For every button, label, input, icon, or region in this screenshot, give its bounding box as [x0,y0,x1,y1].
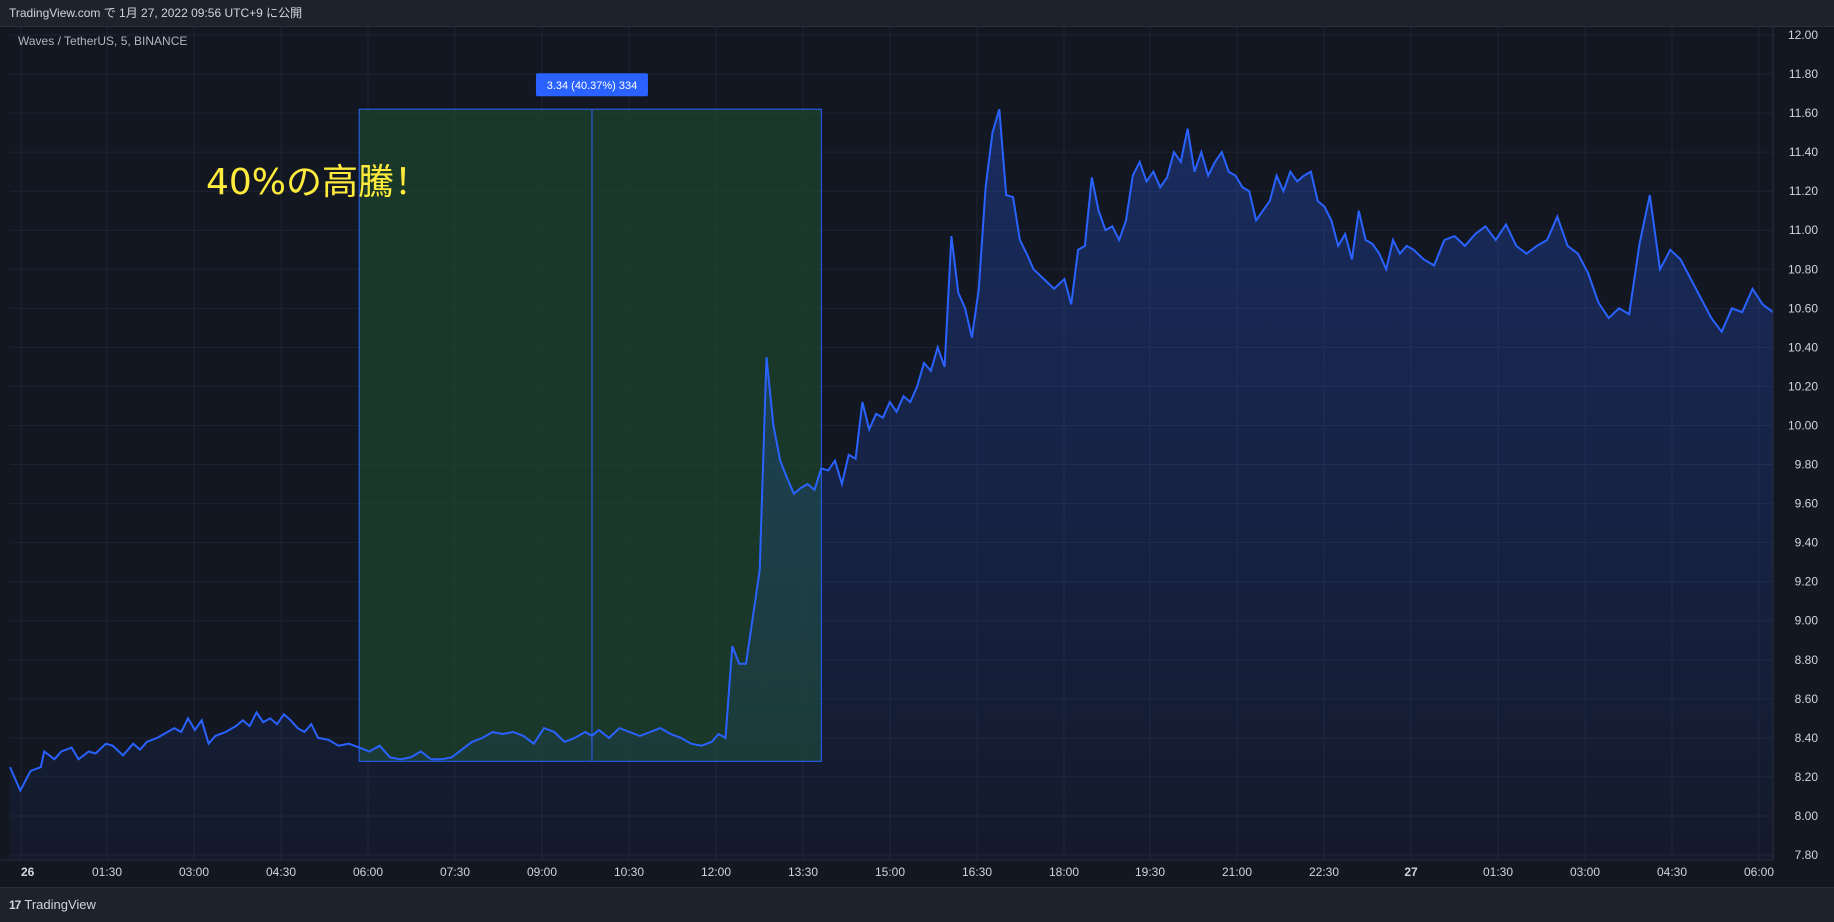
x-tick-label: 03:00 [179,865,209,879]
x-tick-label: 04:30 [1657,865,1687,879]
y-tick-label: 10.20 [1788,379,1818,393]
y-tick-label: 11.00 [1789,223,1818,237]
x-tick-label: 26 [21,865,35,879]
y-tick-label: 9.00 [1795,614,1819,628]
x-tick-label: 04:30 [266,865,296,879]
y-tick-label: 11.40 [1789,145,1818,159]
y-tick-label: 11.80 [1789,67,1818,81]
x-tick-label: 09:00 [527,865,557,879]
symbol-label: Waves / TetherUS, 5, BINANCE [18,34,187,48]
x-tick-label: 22:30 [1309,865,1339,879]
price-area-fill [10,109,1773,860]
y-tick-label: 8.40 [1795,731,1819,745]
y-tick-label: 8.00 [1795,809,1819,823]
y-tick-label: 9.40 [1795,536,1819,550]
x-tick-label: 07:30 [440,865,470,879]
x-tick-label: 06:00 [353,865,383,879]
tradingview-logo[interactable]: 17 TradingView [9,897,96,912]
y-tick-label: 10.00 [1788,418,1818,432]
x-tick-label: 10:30 [614,865,644,879]
x-tick-label: 12:00 [701,865,731,879]
y-tick-label: 11.60 [1789,106,1818,120]
y-tick-label: 10.40 [1788,340,1818,354]
y-tick-label: 7.80 [1795,848,1819,862]
measure-label-badge: 3.34 (40.37%) 334 [535,73,648,97]
y-tick-label: 8.20 [1795,770,1819,784]
y-tick-label: 8.60 [1795,692,1819,706]
x-tick-label: 03:00 [1570,865,1600,879]
x-tick-label: 06:00 [1744,865,1774,879]
x-axis[interactable]: 26 01:30 03:00 04:30 06:00 07:30 09:00 10:30 12:… [0,859,1774,879]
y-tick-label: 9.60 [1795,497,1819,511]
published-text: TradingView.com で 1月 27, 2022 09:56 UTC+… [9,6,303,20]
price-chart[interactable]: 3.34 (40.37%) 334 Waves / TetherUS, 5, B… [0,27,1834,887]
x-tick-label: 01:30 [1483,865,1513,879]
tradingview-logo-icon: 17 [9,897,21,912]
x-tick-label: 19:30 [1135,865,1165,879]
x-tick-label: 16:30 [962,865,992,879]
x-tick-label: 18:00 [1049,865,1079,879]
y-tick-label: 10.80 [1788,262,1818,276]
y-tick-label: 9.20 [1795,575,1819,589]
footer-bar: 17 TradingView [0,887,1834,922]
tradingview-logo-text: TradingView [24,897,96,912]
y-tick-label: 9.80 [1795,458,1819,472]
x-tick-label: 13:30 [788,865,818,879]
y-tick-label: 11.20 [1789,184,1818,198]
x-tick-label: 21:00 [1222,865,1252,879]
annotation-text[interactable]: 40%の高騰！ [206,162,430,203]
x-tick-label: 15:00 [875,865,905,879]
x-tick-label: 01:30 [92,865,122,879]
y-tick-label: 8.80 [1795,653,1819,667]
measure-label-text: 3.34 (40.37%) 334 [547,80,638,92]
published-header: TradingView.com で 1月 27, 2022 09:56 UTC+… [0,0,1834,27]
y-tick-label: 12.00 [1788,28,1818,42]
y-axis[interactable]: 12.00 11.80 11.60 11.40 11.20 11.00 10.80 10.60… [1772,27,1834,887]
y-tick-label: 10.60 [1788,301,1818,315]
x-tick-label: 27 [1404,865,1418,879]
